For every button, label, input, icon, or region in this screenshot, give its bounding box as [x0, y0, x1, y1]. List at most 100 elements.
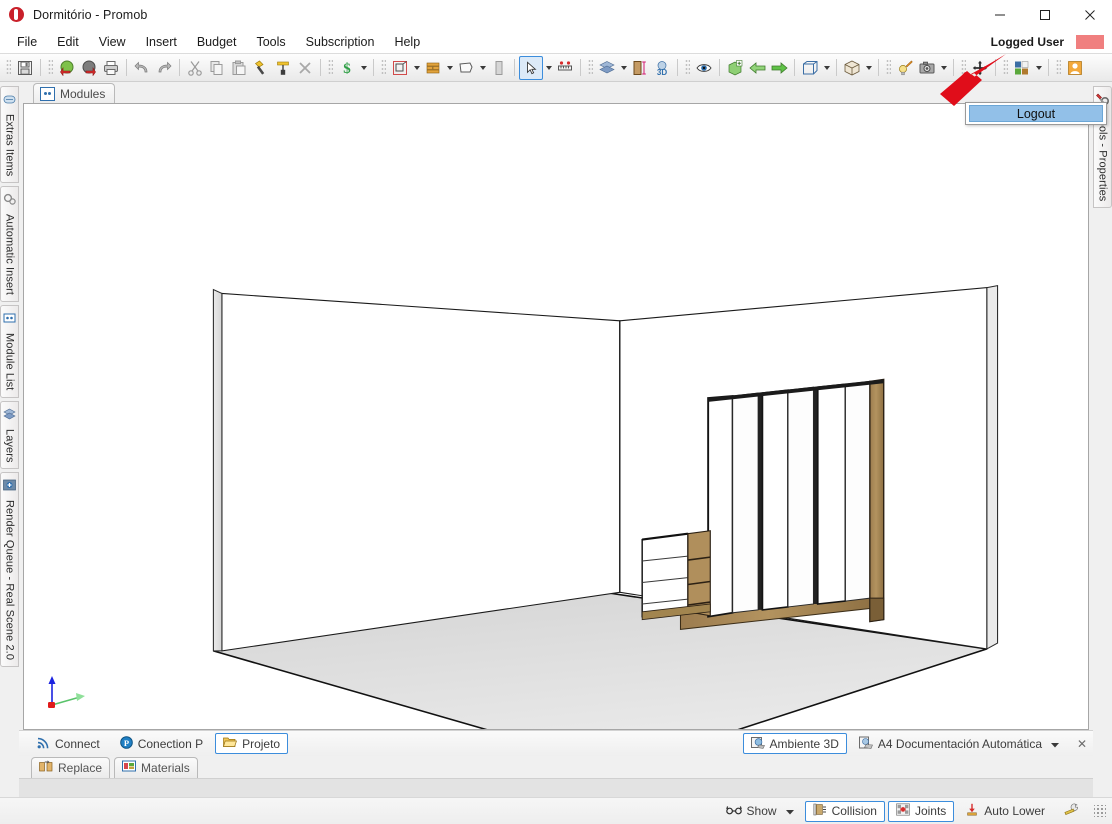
print-icon[interactable] — [100, 57, 122, 79]
colors-icon[interactable] — [1011, 57, 1033, 79]
copy-icon[interactable] — [206, 57, 228, 79]
toolbar-grip[interactable] — [1003, 59, 1008, 76]
collision-button[interactable]: Collision — [804, 800, 885, 822]
menu-insert[interactable]: Insert — [136, 33, 187, 51]
sidebar-item-render-queue[interactable]: Render Queue - Real Scene 2.0 — [0, 472, 19, 668]
cursor-arrow-icon[interactable] — [519, 55, 543, 80]
paint-roller-icon[interactable] — [272, 57, 294, 79]
show-button[interactable]: Show — [718, 801, 802, 822]
sidebar-item-layers[interactable]: Layers — [0, 400, 19, 470]
arrow-left-green-icon[interactable] — [746, 57, 768, 79]
glasses-icon — [725, 804, 742, 818]
documentacion-automatica-button[interactable]: A4 Documentación Automática — [851, 733, 1067, 754]
ambiente-3d-button[interactable]: Ambiente 3D — [742, 733, 847, 754]
projeto-button[interactable]: Projeto — [215, 733, 289, 754]
toolbar-grip[interactable] — [886, 59, 891, 76]
toolbar-grip[interactable] — [328, 59, 333, 76]
toolbar-grip[interactable] — [588, 59, 593, 76]
close-document-tab-button[interactable]: ✕ — [1071, 737, 1093, 751]
svg-text:$: $ — [343, 61, 351, 76]
conection-p-button[interactable]: P Conection P — [112, 733, 211, 754]
tab-modules[interactable]: Modules — [33, 83, 116, 103]
close-project-icon[interactable] — [78, 57, 100, 79]
sidebar-item-module-list[interactable]: Module List — [0, 305, 19, 398]
joints-button[interactable]: Joints — [887, 800, 955, 822]
camera-icon[interactable] — [916, 57, 938, 79]
open-project-icon[interactable] — [56, 57, 78, 79]
cube-icon[interactable] — [841, 57, 863, 79]
box-wire-dropdown-caret[interactable] — [821, 57, 832, 79]
box-wire-icon[interactable] — [799, 57, 821, 79]
ceiling-dropdown-caret[interactable] — [477, 57, 488, 79]
paste-icon[interactable] — [228, 57, 250, 79]
menu-help[interactable]: Help — [384, 33, 430, 51]
toolbar-grip[interactable] — [685, 59, 690, 76]
minimize-button[interactable] — [977, 0, 1022, 30]
environment-dropdown-caret[interactable] — [411, 57, 422, 79]
dollar-dropdown-caret[interactable] — [358, 57, 369, 79]
light-bulb-icon[interactable] — [894, 57, 916, 79]
svg-text:P: P — [124, 738, 129, 748]
center-area: Modules Connect P Conection P Projeto Am… — [19, 82, 1093, 797]
documentacion-dropdown-caret[interactable] — [1051, 737, 1059, 751]
layers-dropdown-caret[interactable] — [618, 57, 629, 79]
wall-dropdown-caret[interactable] — [444, 57, 455, 79]
show-dropdown-caret[interactable] — [785, 804, 794, 818]
camera-dropdown-caret[interactable] — [938, 57, 949, 79]
door-gray-icon[interactable] — [488, 57, 510, 79]
menu-edit[interactable]: Edit — [47, 33, 89, 51]
menu-view[interactable]: View — [89, 33, 136, 51]
title-bar: Dormitório - Promob — [0, 0, 1112, 30]
user-account-icon[interactable] — [1064, 57, 1086, 79]
menu-budget[interactable]: Budget — [187, 33, 247, 51]
arrow-right-green-icon[interactable] — [768, 57, 790, 79]
menu-file[interactable]: File — [7, 33, 47, 51]
svg-text:3D: 3D — [657, 68, 667, 76]
environment-icon[interactable] — [389, 57, 411, 79]
height-ruler-icon[interactable] — [629, 57, 651, 79]
toolbar-grip[interactable] — [961, 59, 966, 76]
toolbar-grip[interactable] — [1056, 59, 1061, 76]
layers-icon[interactable] — [596, 57, 618, 79]
sidebar-item-extras-items[interactable]: Extras Items — [0, 86, 19, 184]
hammer-icon[interactable] — [250, 57, 272, 79]
bottom-toolbar-secondary: Replace Materials — [19, 756, 1093, 778]
wrench-button[interactable] — [1056, 801, 1087, 822]
modules-tab-row: Modules — [19, 82, 1093, 103]
delete-x-icon[interactable] — [294, 57, 316, 79]
menu-subscription[interactable]: Subscription — [296, 33, 385, 51]
save-icon[interactable] — [14, 57, 36, 79]
toolbar-grip[interactable] — [381, 59, 386, 76]
cut-icon[interactable] — [184, 57, 206, 79]
eye-icon[interactable] — [693, 57, 715, 79]
layers-icon — [3, 407, 16, 425]
add-module-icon[interactable] — [724, 57, 746, 79]
tab-replace[interactable]: Replace — [31, 756, 111, 778]
measure-icon[interactable] — [554, 57, 576, 79]
cursor-dropdown-caret[interactable] — [543, 57, 554, 79]
3d-view-icon[interactable]: 3D — [651, 57, 673, 79]
3d-viewport[interactable] — [23, 103, 1089, 730]
wall-icon[interactable] — [422, 57, 444, 79]
menu-bar: File Edit View Insert Budget Tools Subsc… — [0, 30, 1112, 53]
undo-icon[interactable] — [131, 57, 153, 79]
redo-icon[interactable] — [153, 57, 175, 79]
maximize-button[interactable] — [1022, 0, 1067, 30]
toolbar-grip[interactable] — [6, 59, 11, 76]
sidebar-item-automatic-insert[interactable]: Automatic Insert — [0, 186, 19, 303]
connect-rss-icon — [37, 736, 50, 752]
logout-menu-item[interactable]: Logout — [969, 105, 1103, 122]
tab-materials[interactable]: Materials — [114, 756, 198, 778]
cube-dropdown-caret[interactable] — [863, 57, 874, 79]
toolbar-grip[interactable] — [48, 59, 53, 76]
documentacion-automatica-label: A4 Documentación Automática — [877, 736, 1042, 751]
dollar-icon[interactable]: $ — [336, 57, 358, 79]
colors-dropdown-caret[interactable] — [1033, 57, 1044, 79]
connect-button[interactable]: Connect — [29, 733, 108, 754]
close-button[interactable] — [1067, 0, 1112, 30]
ceiling-icon[interactable] — [455, 57, 477, 79]
resize-grip[interactable] — [1094, 805, 1106, 817]
menu-tools[interactable]: Tools — [246, 33, 295, 51]
move-icon[interactable] — [969, 57, 991, 79]
auto-lower-button[interactable]: Auto Lower — [957, 801, 1053, 822]
